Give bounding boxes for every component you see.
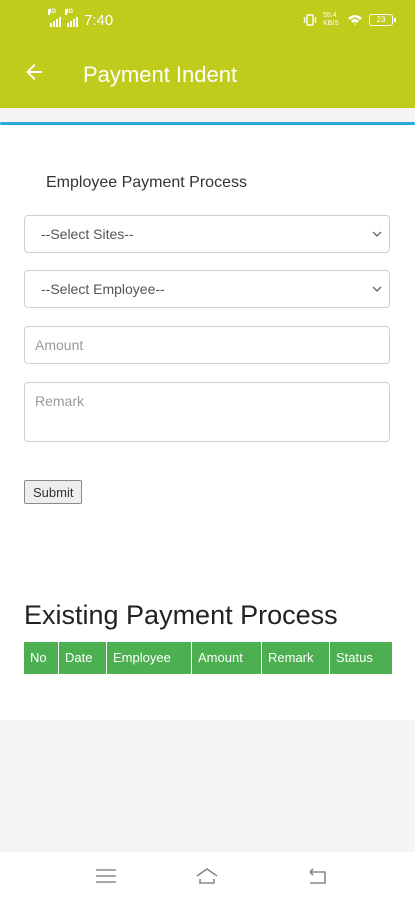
column-employee: Employee <box>107 642 192 674</box>
status-left: 4G 4G 7:40 <box>48 8 114 29</box>
site-select-value: --Select Sites-- <box>41 226 134 242</box>
submit-button[interactable]: Submit <box>24 480 83 504</box>
app-bar: Payment Indent <box>0 40 415 108</box>
chevron-down-icon <box>372 286 382 292</box>
network-speed: 55.4 KB/S <box>323 12 339 27</box>
signal-icon-2: 4G <box>65 8 78 27</box>
network-type-1: 4G <box>48 8 57 15</box>
payment-table-header: No Date Employee Amount Remark Status <box>24 642 392 674</box>
content-card: Employee Payment Process --Select Sites-… <box>0 122 415 720</box>
form-heading: Employee Payment Process <box>46 174 247 191</box>
column-remark: Remark <box>262 642 330 674</box>
arrow-left-icon[interactable] <box>22 60 46 84</box>
employee-select[interactable]: --Select Employee-- <box>24 270 390 308</box>
page-title: Payment Indent <box>83 62 238 87</box>
existing-heading: Existing Payment Process <box>24 600 338 630</box>
back-icon[interactable] <box>305 866 329 886</box>
network-type-2: 4G <box>65 8 74 15</box>
remark-textarea[interactable]: Remark <box>24 382 390 442</box>
system-nav-bar <box>0 852 415 900</box>
menu-icon[interactable] <box>94 866 118 886</box>
column-status: Status <box>330 642 392 674</box>
employee-select-value: --Select Employee-- <box>41 281 165 297</box>
status-bar: 4G 4G 7:40 55.4 KB/S 23 <box>0 0 415 40</box>
site-select[interactable]: --Select Sites-- <box>24 215 390 253</box>
battery-icon: 23 <box>369 14 396 26</box>
column-amount: Amount <box>192 642 262 674</box>
status-right: 55.4 KB/S 23 <box>303 12 396 28</box>
chevron-down-icon <box>372 231 382 237</box>
status-time: 7:40 <box>84 12 114 29</box>
wifi-icon <box>348 15 362 25</box>
amount-input[interactable]: Amount <box>24 326 390 364</box>
accent-divider <box>0 122 415 125</box>
amount-placeholder: Amount <box>35 337 84 353</box>
home-icon[interactable] <box>195 866 219 886</box>
signal-icon-1: 4G <box>48 8 61 27</box>
column-date: Date <box>59 642 107 674</box>
remark-placeholder: Remark <box>35 393 85 409</box>
column-no: No <box>24 642 59 674</box>
vibrate-icon <box>303 14 317 26</box>
